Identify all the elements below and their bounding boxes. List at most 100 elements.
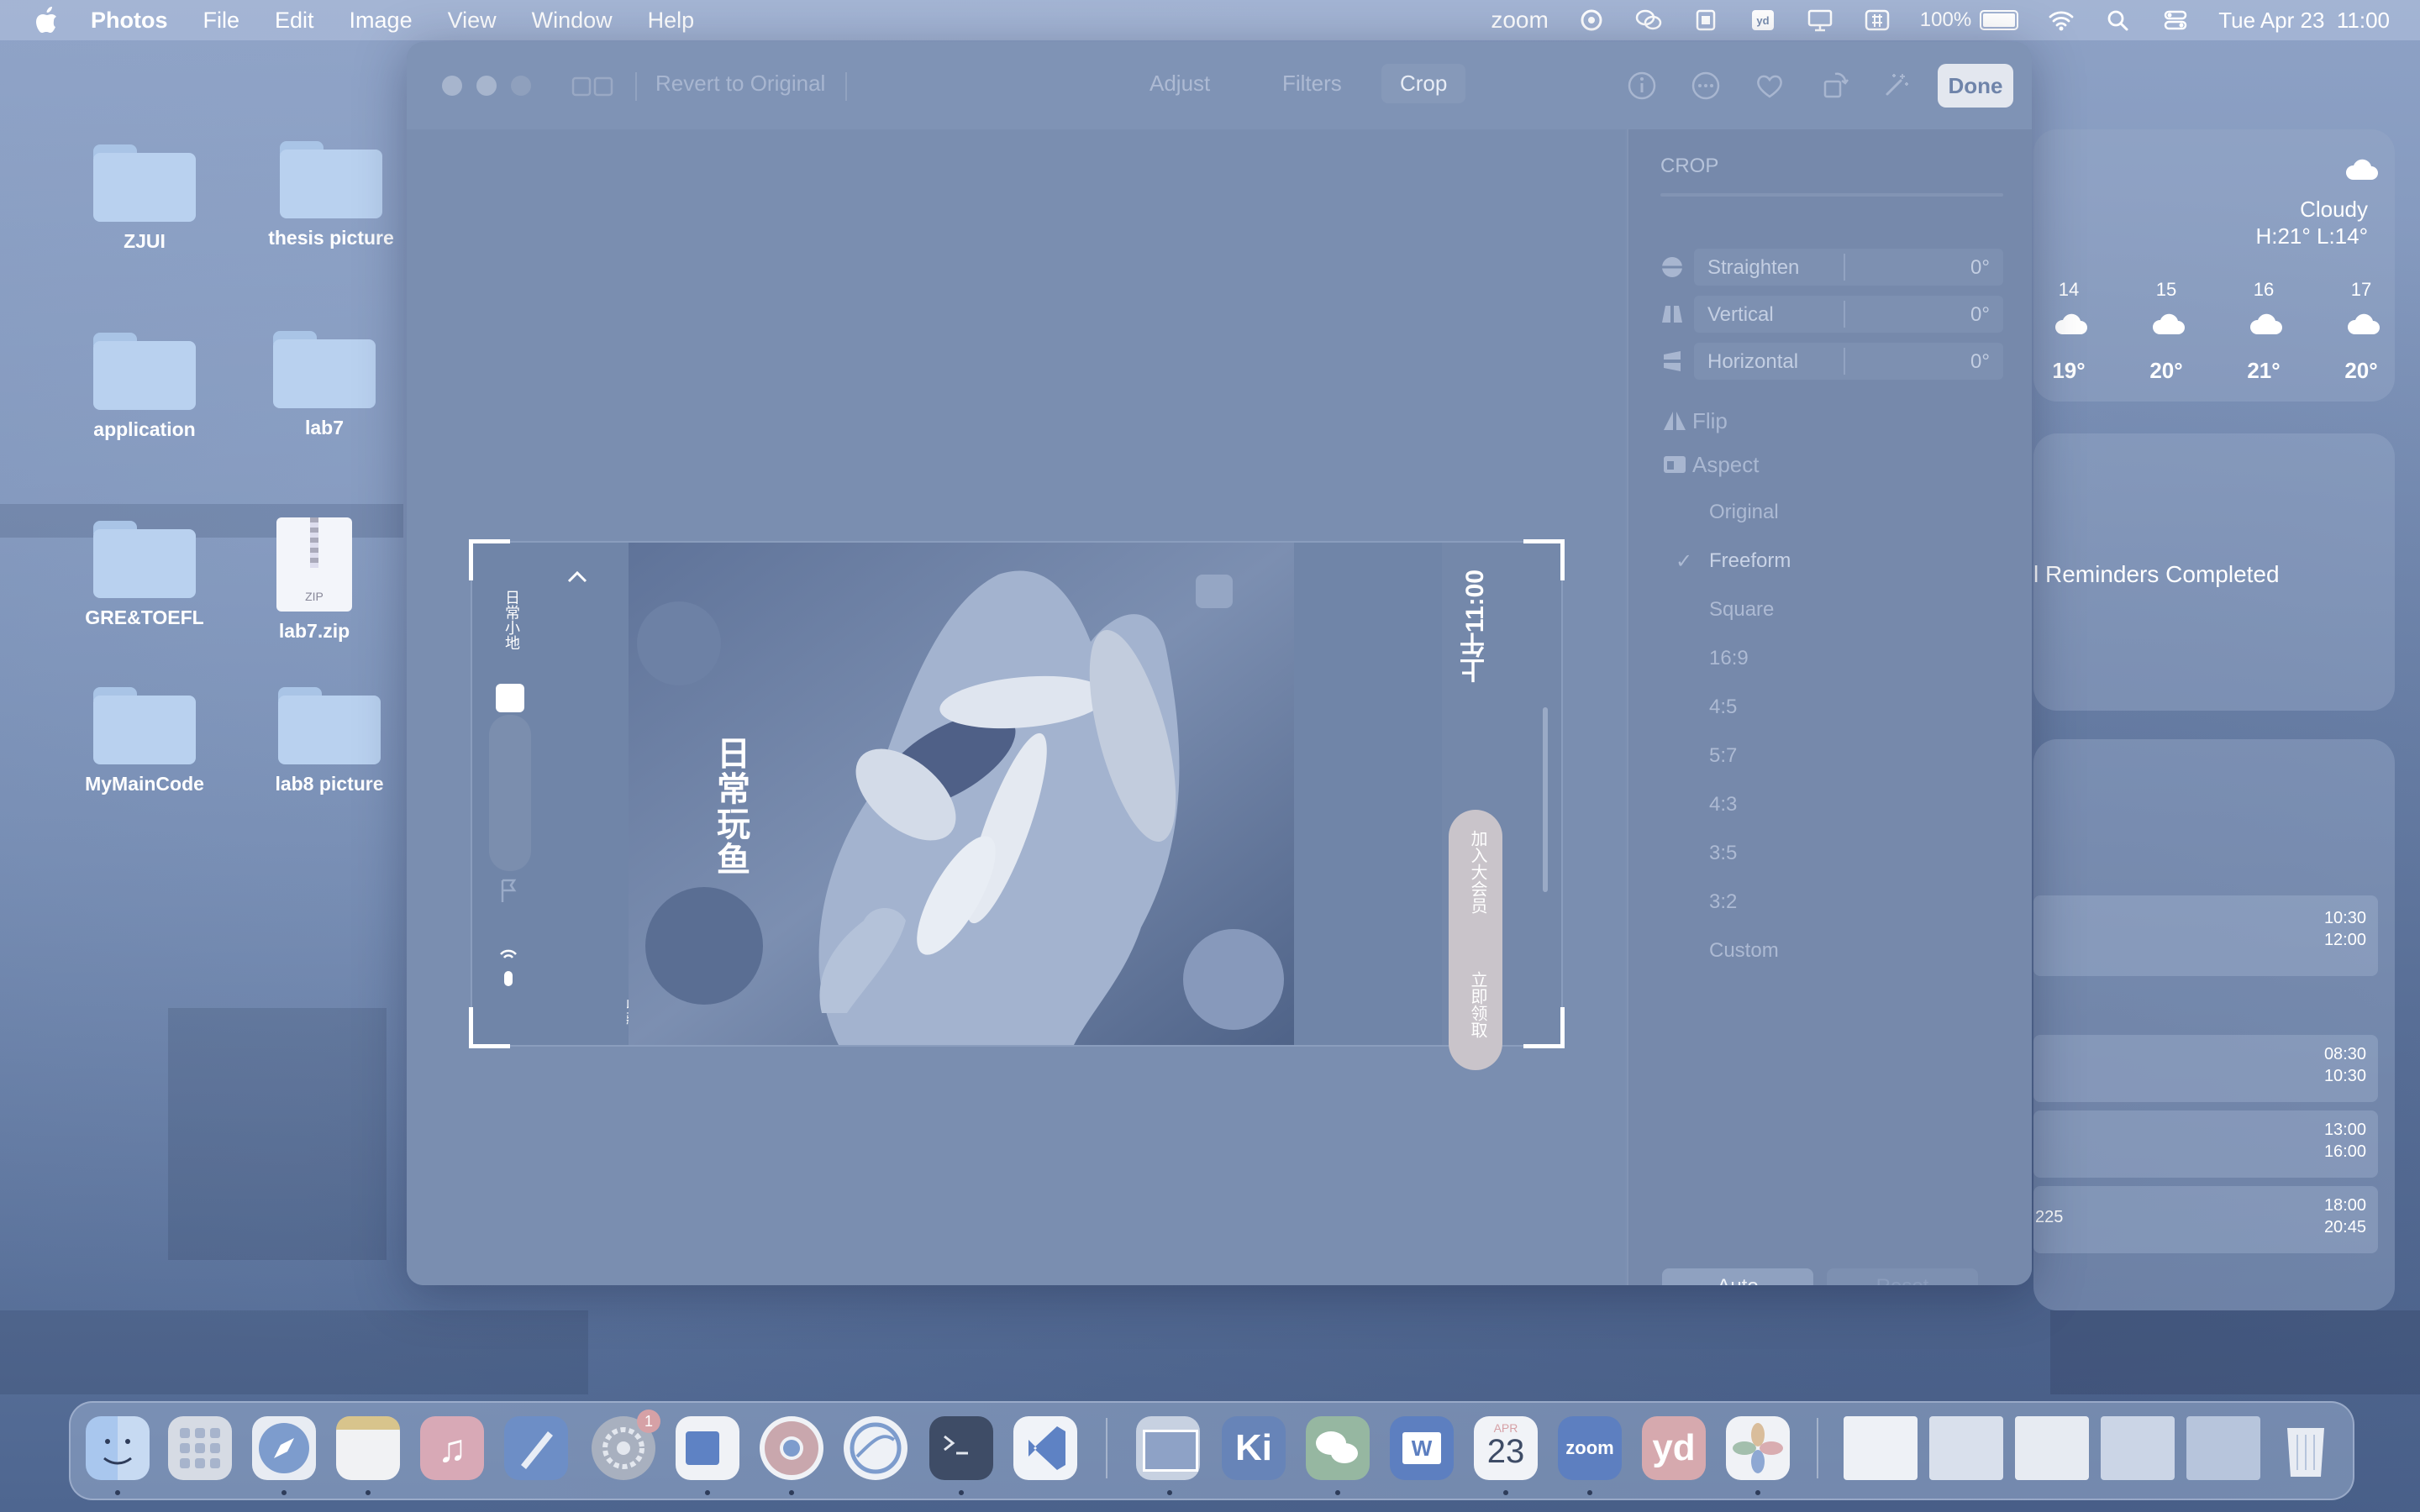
calendar-event[interactable]: 10:30 12:00 bbox=[2033, 895, 2378, 976]
terminal-icon[interactable] bbox=[929, 1416, 993, 1480]
desktop-file-lab7-zip[interactable]: ZIP lab7.zip bbox=[239, 517, 390, 643]
launchpad-icon[interactable] bbox=[168, 1416, 232, 1480]
calendar-event[interactable]: 13:00 16:00 bbox=[2033, 1110, 2378, 1178]
tab-filters[interactable]: Filters bbox=[1282, 71, 1342, 97]
menu-window[interactable]: Window bbox=[532, 8, 613, 34]
desktop-folder-gre-toefl[interactable]: GRE&TOEFL bbox=[69, 521, 220, 629]
recent-window-thumbnail[interactable] bbox=[2015, 1416, 2089, 1480]
calendar-event[interactable]: 08:30 10:30 bbox=[2033, 1035, 2378, 1102]
word-icon[interactable]: W bbox=[1390, 1416, 1454, 1480]
recent-window-thumbnail[interactable] bbox=[2186, 1416, 2260, 1480]
split-view-icon[interactable] bbox=[571, 76, 615, 97]
menu-edit[interactable]: Edit bbox=[275, 8, 314, 34]
aspect-option-custom[interactable]: Custom bbox=[1709, 939, 1779, 963]
chrome-icon[interactable] bbox=[760, 1416, 823, 1480]
browser-icon[interactable] bbox=[844, 1416, 908, 1480]
recent-window-thumbnail[interactable] bbox=[2101, 1416, 2175, 1480]
menu-help[interactable]: Help bbox=[648, 8, 695, 34]
aspect-option-3-5[interactable]: 3:5 bbox=[1709, 842, 1737, 865]
spotlight-search-icon[interactable] bbox=[2104, 8, 2133, 33]
auto-enhance-wand-icon[interactable] bbox=[1879, 69, 1912, 102]
battery-status[interactable]: 100% bbox=[1920, 8, 2019, 32]
keynote-icon[interactable]: Ki bbox=[1222, 1416, 1286, 1480]
auto-button[interactable]: Auto bbox=[1662, 1268, 1813, 1285]
finder-icon[interactable] bbox=[86, 1416, 150, 1480]
tab-crop[interactable]: Crop bbox=[1381, 64, 1466, 103]
menu-view[interactable]: View bbox=[448, 8, 497, 34]
xcode-icon[interactable] bbox=[504, 1416, 568, 1480]
notes-icon[interactable] bbox=[336, 1416, 400, 1480]
recent-window-thumbnail[interactable] bbox=[1844, 1416, 1918, 1480]
calendar-icon[interactable]: APR 23 bbox=[1474, 1416, 1538, 1480]
preview-icon[interactable] bbox=[1136, 1416, 1200, 1480]
photo-preview[interactable]: 日常小地 收藏 bbox=[469, 539, 1565, 1070]
crop-handle-top-right[interactable] bbox=[1523, 539, 1565, 580]
youdao-app-icon[interactable]: yd bbox=[1642, 1416, 1706, 1480]
crop-handle-bottom-left[interactable] bbox=[469, 1007, 510, 1048]
trash-icon[interactable] bbox=[2274, 1416, 2338, 1480]
slider-label: Straighten bbox=[1707, 256, 1800, 279]
apple-menu-icon[interactable] bbox=[34, 6, 59, 34]
calendar-event[interactable]: 225 18:00 20:45 bbox=[2033, 1186, 2378, 1253]
favorite-heart-icon[interactable] bbox=[1753, 69, 1786, 102]
desktop-folder-mymaincode[interactable]: MyMainCode bbox=[69, 687, 220, 795]
aspect-option-freeform[interactable]: Freeform bbox=[1709, 549, 1791, 573]
aspect-option-original[interactable]: Original bbox=[1709, 501, 1779, 524]
more-options-icon[interactable] bbox=[1689, 69, 1723, 102]
control-center-icon[interactable] bbox=[2161, 8, 2190, 33]
system-settings-icon[interactable]: 1 bbox=[592, 1410, 660, 1480]
menu-clock[interactable]: Tue Apr 23 11:00 bbox=[2218, 8, 2390, 34]
safari-icon[interactable] bbox=[252, 1416, 316, 1480]
aspect-option-3-2[interactable]: 3:2 bbox=[1709, 890, 1737, 914]
zoom-app-icon[interactable]: zoom bbox=[1558, 1416, 1622, 1480]
revert-to-original-button[interactable]: Revert to Original bbox=[655, 71, 825, 97]
desktop-folder-lab7[interactable]: lab7 bbox=[249, 331, 400, 439]
aspect-option-4-3[interactable]: 4:3 bbox=[1709, 793, 1737, 816]
folder-icon bbox=[93, 144, 196, 222]
vscode-icon[interactable] bbox=[1013, 1416, 1077, 1480]
aspect-button[interactable]: Aspect bbox=[1692, 452, 1760, 478]
zoom-button[interactable] bbox=[511, 76, 531, 96]
desktop-folder-thesis-picture[interactable]: thesis picture bbox=[255, 141, 407, 249]
aspect-option-16-9[interactable]: 16:9 bbox=[1709, 647, 1749, 670]
done-button[interactable]: Done bbox=[1938, 64, 2013, 108]
tab-adjust[interactable]: Adjust bbox=[1150, 71, 1210, 97]
reset-button[interactable]: Reset bbox=[1827, 1268, 1978, 1285]
menu-bar: Photos File Edit Image View Window Help … bbox=[0, 0, 2420, 40]
aspect-option-4-5[interactable]: 4:5 bbox=[1709, 696, 1737, 719]
aspect-option-square[interactable]: Square bbox=[1709, 598, 1774, 622]
calendar-widget[interactable]: 10:30 12:00 08:30 10:30 13:00 16:00 225 … bbox=[2033, 739, 2395, 1310]
desktop-folder-lab8-picture[interactable]: lab8 picture bbox=[254, 687, 405, 795]
crop-handle-bottom-right[interactable] bbox=[1523, 1007, 1565, 1048]
clipboard-menu-icon[interactable] bbox=[1691, 8, 1720, 33]
straighten-slider[interactable]: Straighten 0° bbox=[1660, 249, 2003, 286]
input-method-icon[interactable] bbox=[1863, 8, 1891, 33]
horizontal-slider[interactable]: Horizontal 0° bbox=[1660, 343, 2003, 380]
crop-handle-top-left[interactable] bbox=[469, 539, 510, 580]
vertical-slider[interactable]: Vertical 0° bbox=[1660, 296, 2003, 333]
music-icon[interactable]: ♫ bbox=[420, 1416, 484, 1480]
photos-app-icon[interactable] bbox=[1726, 1416, 1790, 1480]
close-button[interactable] bbox=[442, 76, 462, 96]
info-icon[interactable] bbox=[1625, 69, 1659, 102]
desktop-folder-zjui[interactable]: ZJUI bbox=[69, 144, 220, 253]
wifi-icon[interactable] bbox=[2047, 8, 2075, 33]
flip-button[interactable]: Flip bbox=[1692, 408, 1728, 434]
menu-image[interactable]: Image bbox=[350, 8, 413, 34]
status-circle-icon[interactable] bbox=[1577, 8, 1606, 33]
weather-widget[interactable]: Cloudy H:21° L:14° 14 15 16 17 19° 20° 2… bbox=[2033, 129, 2395, 402]
aspect-option-5-7[interactable]: 5:7 bbox=[1709, 744, 1737, 768]
youdao-menu-icon[interactable]: yd bbox=[1749, 8, 1777, 33]
zoom-menu-extra[interactable]: zoom bbox=[1491, 7, 1548, 34]
menu-file[interactable]: File bbox=[203, 8, 240, 34]
menu-app-photos[interactable]: Photos bbox=[91, 8, 168, 34]
desktop-folder-application[interactable]: application bbox=[69, 333, 220, 441]
reminders-widget[interactable]: l Reminders Completed bbox=[2033, 433, 2395, 711]
wechat-icon[interactable] bbox=[1306, 1416, 1370, 1480]
display-menu-icon[interactable] bbox=[1806, 8, 1834, 33]
recent-window-thumbnail[interactable] bbox=[1929, 1416, 2003, 1480]
minimize-button[interactable] bbox=[476, 76, 497, 96]
outlook-icon[interactable] bbox=[676, 1416, 739, 1480]
wechat-menu-icon[interactable] bbox=[1634, 8, 1663, 33]
rotate-icon[interactable] bbox=[1818, 69, 1852, 102]
